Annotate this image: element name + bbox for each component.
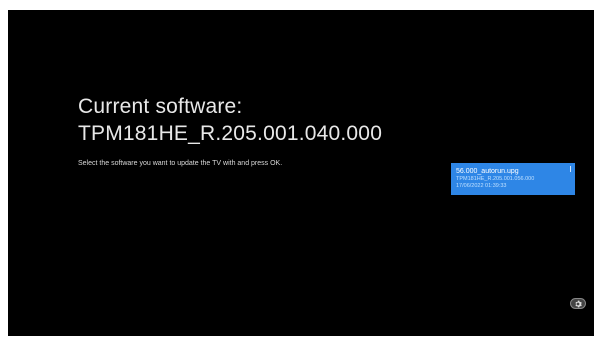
gear-icon bbox=[574, 300, 582, 308]
settings-button[interactable] bbox=[570, 298, 586, 309]
tv-screen: Current software: TPM181HE_R.205.001.040… bbox=[8, 10, 594, 336]
current-software-version: TPM181HE_R.205.001.040.000 bbox=[78, 122, 383, 145]
software-file-item[interactable]: 56.000_autorun.upg TPM181HE_R.205.001.05… bbox=[451, 163, 575, 195]
file-date: 17/06/2022 01:39:33 bbox=[456, 183, 507, 189]
software-file-list: 56.000_autorun.upg TPM181HE_R.205.001.05… bbox=[451, 163, 575, 195]
instruction-text: Select the software you want to update t… bbox=[78, 160, 283, 167]
current-software-heading: Current software: bbox=[78, 95, 243, 118]
file-version: TPM181HE_R.205.001.056.000 bbox=[456, 176, 535, 182]
scroll-indicator bbox=[570, 166, 571, 172]
file-name: 56.000_autorun.upg bbox=[456, 168, 519, 175]
